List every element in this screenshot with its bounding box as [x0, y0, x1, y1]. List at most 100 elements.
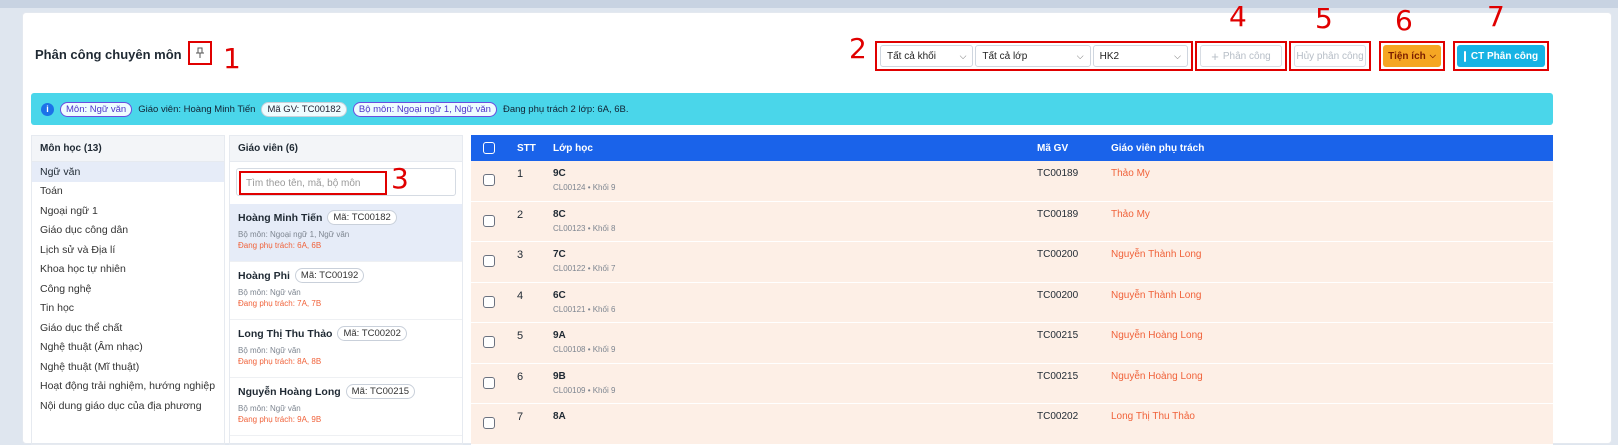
semester-select[interactable]: HK2 ⌵	[1092, 45, 1188, 67]
row-class-sub: CL00123 • Khối 8	[553, 223, 616, 233]
row-code: TC00215	[1037, 370, 1079, 382]
row-class-sub: CL00124 • Khối 9	[553, 183, 616, 192]
table-row[interactable]: 2 8C CL00123 • Khối 8 TC00189 Thảo My	[471, 201, 1553, 242]
row-code: TC00215	[1037, 330, 1079, 341]
row-code: TC00202	[1037, 411, 1079, 422]
table-header: STT Lớp học Mã GV Giáo viên phụ trách	[471, 135, 1553, 161]
assign-button-box: + Phân công	[1195, 41, 1287, 71]
filter-group: Tất cả khối ⌵ Tất cả lớp ⌵ HK2 ⌵	[875, 41, 1193, 71]
row-checkbox[interactable]	[483, 376, 495, 389]
teacher-dept: Bộ môn: Ngữ văn	[238, 346, 301, 355]
detail-button[interactable]: CT Phân công	[1457, 45, 1545, 67]
teacher-resp: Đang phụ trách: 7A, 7B	[238, 299, 322, 308]
unassign-button[interactable]: Hủy phân công	[1294, 45, 1366, 67]
row-class: 6C	[553, 289, 566, 301]
row-resp: Thảo My	[1111, 208, 1150, 220]
assign-button-label: Phân công	[1222, 50, 1271, 62]
assign-button[interactable]: + Phân công	[1200, 45, 1282, 67]
row-class: 8C	[553, 208, 566, 220]
teacher-resp: Đang phụ trách: 9A, 9B	[238, 415, 322, 424]
subject-item[interactable]: Lịch sử và Địa lí	[32, 240, 224, 260]
pin-icon[interactable]	[188, 41, 212, 65]
row-checkbox[interactable]	[483, 174, 495, 186]
annotation-7: 7	[1487, 0, 1505, 33]
page-title: Phân công chuyên môn	[35, 47, 182, 62]
teacher-item[interactable]: Nguyễn Hoàng Long Mã: TC00215 Bộ môn: Ngữ…	[230, 378, 462, 436]
subject-item[interactable]: Khoa học tự nhiên	[32, 260, 224, 280]
table-row[interactable]: 6 9B CL00109 • Khối 9 TC00215 Nguyễn Hoàn…	[471, 363, 1553, 404]
col-code: Mã GV	[1037, 142, 1069, 154]
row-checkbox[interactable]	[483, 417, 495, 429]
annotation-2: 2	[849, 32, 867, 65]
subject-item[interactable]: Hoạt động trải nghiệm, hướng nghiệp	[32, 377, 224, 397]
chevron-down-icon: ⌵	[1174, 50, 1181, 61]
chevron-down-icon: ⌵	[959, 50, 967, 61]
subject-item[interactable]: Công nghệ	[32, 279, 224, 299]
subject-item[interactable]: Giáo dục thể chất	[32, 318, 224, 338]
row-stt: 7	[517, 411, 524, 423]
teacher-search-input[interactable]	[239, 171, 387, 195]
subject-item[interactable]: Giáo dục công dân	[32, 221, 224, 241]
row-class: 9B	[553, 370, 566, 382]
teacher-resp: Đang phụ trách: 8A, 8B	[238, 357, 322, 366]
subject-item[interactable]: Ngữ văn	[32, 162, 224, 182]
col-class: Lớp học	[553, 142, 593, 154]
utilities-button-label: Tiện ích	[1388, 50, 1426, 62]
top-strip	[0, 0, 1618, 8]
row-checkbox[interactable]	[483, 255, 495, 267]
unassign-button-box: Hủy phân công	[1289, 41, 1371, 71]
utilities-button[interactable]: Tiện ích ⌵	[1383, 45, 1441, 67]
subject-tag: Môn: Ngữ văn	[60, 101, 133, 117]
row-stt: 5	[517, 330, 524, 342]
subject-item[interactable]: Nội dung giáo dục của địa phương	[32, 396, 224, 416]
subject-item[interactable]: Nghệ thuật (Mĩ thuật)	[32, 357, 224, 377]
teacher-name: Hoàng Phi	[238, 269, 290, 282]
row-checkbox[interactable]	[483, 295, 495, 308]
header: Phân công chuyên môn 1 2 Tất cả khối ⌵ Tấ…	[23, 3, 1611, 77]
row-class: 9C	[553, 168, 566, 179]
table-row[interactable]: 5 9A CL00108 • Khối 9 TC00215 Nguyễn Hoàn…	[471, 323, 1553, 364]
teacher-item[interactable]: Long Thị Thu Thảo Mã: TC00202 Bộ môn: Ngữ…	[230, 320, 462, 378]
teacher-search	[236, 168, 456, 196]
row-class: 8A	[553, 411, 566, 422]
row-resp: Thảo My	[1111, 168, 1150, 179]
teacher-dept: Bộ môn: Ngữ văn	[238, 288, 301, 297]
row-class-sub: CL00121 • Khối 6	[553, 304, 616, 314]
table-row[interactable]: 7 8A TC00202 Long Thị Thu Thảo	[471, 404, 1553, 445]
select-all-checkbox[interactable]	[483, 142, 495, 154]
row-resp: Nguyễn Hoàng Long	[1111, 370, 1203, 382]
info-teacher: Giáo viên: Hoàng Minh Tiến	[138, 103, 256, 115]
grade-select[interactable]: Tất cả khối ⌵	[880, 45, 974, 67]
plus-icon: +	[1211, 48, 1219, 64]
table-row[interactable]: 4 6C CL00121 • Khối 6 TC00200 Nguyễn Thàn…	[471, 282, 1553, 323]
teacher-pane: Giáo viên (6) Hoàng Minh Tiến Mã: TC00182…	[229, 135, 463, 445]
row-checkbox[interactable]	[483, 336, 495, 348]
col-stt: STT	[517, 142, 536, 154]
chevron-down-icon: ⌵	[1429, 51, 1436, 60]
row-checkbox[interactable]	[483, 214, 495, 227]
row-stt: 1	[517, 168, 524, 180]
subject-pane: Môn học (13) Ngữ văn Toán Ngoại ngữ 1 Gi…	[31, 135, 225, 445]
teacher-code: Mã: TC00192	[294, 268, 365, 283]
subject-item[interactable]: Tin học	[32, 299, 224, 319]
teacher-dept: Bộ môn: Ngoại ngữ 1, Ngữ văn	[238, 230, 350, 239]
teacher-item[interactable]: Hoàng Minh Tiến Mã: TC00182 Bộ môn: Ngoại…	[230, 204, 462, 262]
row-class-sub: CL00108 • Khối 9	[553, 345, 616, 354]
subject-item[interactable]: Ngoại ngữ 1	[32, 201, 224, 221]
row-resp: Nguyễn Hoàng Long	[1111, 330, 1203, 341]
table-row[interactable]: 3 7C CL00122 • Khối 7 TC00200 Nguyễn Thàn…	[471, 242, 1553, 283]
table-row[interactable]: 1 9C CL00124 • Khối 9 TC00189 Thảo My	[471, 161, 1553, 202]
pin-icon-glyph	[196, 47, 204, 58]
teacher-item[interactable]: Hoàng Phi Mã: TC00192 Bộ môn: Ngữ văn Đan…	[230, 262, 462, 320]
subject-item[interactable]: Toán	[32, 182, 224, 202]
detail-button-box: CT Phân công	[1453, 41, 1549, 71]
teacher-dept: Bộ môn: Ngữ văn	[238, 404, 301, 413]
info-summary: Đang phụ trách 2 lớp: 6A, 6B.	[502, 103, 629, 115]
subject-item[interactable]: Nghệ thuật (Âm nhạc)	[32, 338, 224, 358]
annotation-3: 3	[391, 162, 409, 195]
class-select[interactable]: Tất cả lớp ⌵	[975, 45, 1091, 67]
row-stt: 3	[517, 249, 524, 261]
class-table: STT Lớp học Mã GV Giáo viên phụ trách 1 …	[471, 135, 1553, 445]
grade-select-value: Tất cả khối	[887, 50, 936, 62]
teacher-name: Long Thị Thu Thảo	[238, 327, 333, 340]
